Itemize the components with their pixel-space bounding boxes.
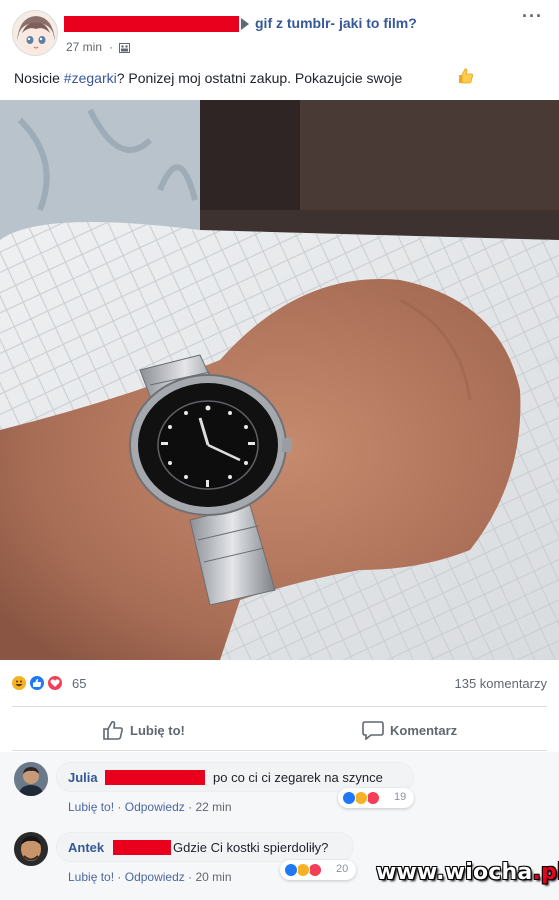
haha-reaction-icon [296,863,310,877]
poster-avatar[interactable] [12,10,58,56]
commenter-avatar[interactable] [14,762,48,796]
love-reaction-icon [366,791,380,805]
post-header: gif z tumblr- jaki to film? 27 min · ··· [0,0,559,62]
love-reaction-icon [46,674,64,692]
thumbs-up-emoji-icon [459,68,473,84]
comment-reaction-count: 19 [394,791,407,803]
like-button-label: Lubię to! [130,722,185,738]
haha-reaction-icon [10,674,28,692]
commenter-avatar[interactable] [14,832,48,866]
post-text-after: ? Ponizej moj ostatni zakup. Pokazujcie … [116,70,403,86]
redacted-commenter-surname [105,770,205,785]
comment-like-link[interactable]: Lubię to! [68,800,114,814]
comment-button[interactable]: Komentarz [362,720,457,740]
post-photo-watch-on-wrist[interactable] [0,100,559,660]
redacted-poster-name [64,16,239,32]
separator-dot: · [109,40,113,54]
comment-button-label: Komentarz [390,722,458,738]
commenter-name-link[interactable]: Julia [68,770,98,785]
watermark-tld: .pl [532,860,559,885]
redacted-commenter-surname [113,840,171,855]
comment-time[interactable]: 22 min [195,800,231,814]
comment-reactions[interactable]: 20 [280,860,356,880]
posted-in-arrow-icon [241,18,249,30]
like-reaction-icon [342,791,356,805]
comment-reaction-count: 20 [336,863,349,875]
like-reaction-icon [28,674,46,692]
comment-meta: Lubię to! · Odpowiedz · 20 min [68,870,232,884]
divider [12,706,547,707]
comment-meta: Lubię to! · Odpowiedz · 22 min [68,800,232,814]
comment-reply-link[interactable]: Odpowiedz [125,870,185,884]
reactions-count[interactable]: 65 [72,676,86,691]
watermark-main: www.wiocha [376,860,533,885]
more-options-button[interactable]: ··· [522,6,543,27]
comment-time[interactable]: 20 min [195,870,231,884]
commenter-name-link[interactable]: Antek [68,840,104,855]
like-reaction-icon [284,863,298,877]
haha-reaction-icon [354,791,368,805]
facebook-post-card: gif z tumblr- jaki to film? 27 min · ···… [0,0,559,900]
comment-like-link[interactable]: Lubię to! [68,870,114,884]
comment-text: po co ci ci zegarek na szynce [213,770,383,785]
comments-count-link[interactable]: 135 komentarzy [455,676,548,691]
like-button[interactable]: Lubię to! [102,720,185,740]
comment-bubble-icon [362,721,384,740]
post-timestamp[interactable]: 27 min [66,40,102,54]
like-thumb-icon [103,720,123,740]
hashtag-link[interactable]: #zegarki [64,70,117,86]
comment-reactions[interactable]: 19 [338,788,414,808]
divider [12,750,547,751]
comment-text: Gdzie Ci kostki spierdoliły? [173,840,329,855]
post-text-before: Nosicie [14,70,64,86]
group-name-link[interactable]: gif z tumblr- jaki to film? [255,15,417,31]
post-actions-bar: Lubię to! Komentarz [0,708,559,750]
comment-bubble: Antek Gdzie Ci kostki spierdoliły? [56,832,354,862]
site-watermark: www.wiocha.pl [376,860,559,885]
separator-dot: · [117,870,125,884]
separator-dot: · [117,800,125,814]
comment-reply-link[interactable]: Odpowiedz [125,800,185,814]
love-reaction-icon [308,863,322,877]
reactions-summary[interactable]: 65 135 komentarzy [0,664,559,704]
post-message: Nosicie #zegarki? Ponizej moj ostatni za… [14,70,402,86]
group-privacy-icon [119,43,130,53]
